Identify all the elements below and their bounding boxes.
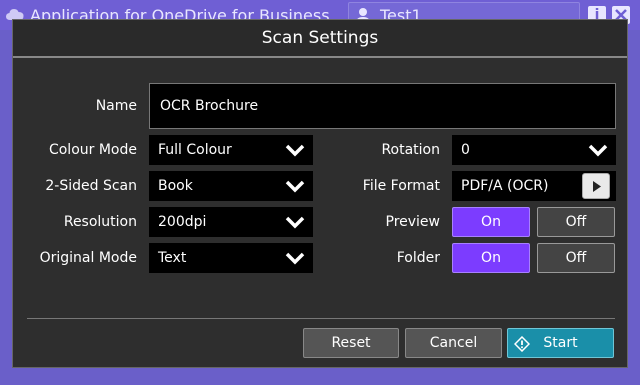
chevron-down-icon (285, 144, 305, 157)
folder-off-button[interactable]: Off (537, 243, 615, 273)
preview-off-button[interactable]: Off (537, 207, 615, 237)
resolution-label: Resolution (63, 214, 137, 230)
preview-on-button[interactable]: On (452, 207, 530, 237)
chevron-down-icon (285, 180, 305, 193)
start-label: Start (543, 335, 578, 351)
start-icon (514, 336, 530, 352)
chevron-down-icon (285, 252, 305, 265)
play-icon (593, 181, 601, 192)
colour-mode-select[interactable]: Full Colour (149, 135, 313, 165)
scan-settings-dialog: Scan Settings Name OCR Brochure Colour M… (12, 19, 628, 368)
preview-label: Preview (385, 214, 441, 230)
reset-button[interactable]: Reset (303, 328, 399, 358)
folder-label: Folder (396, 250, 440, 266)
original-mode-label: Original Mode (39, 250, 137, 266)
two-sided-scan-value: Book (158, 178, 193, 194)
file-format-label: File Format (362, 178, 440, 194)
file-format-value: PDF/A (OCR) (461, 178, 549, 194)
name-label: Name (95, 98, 137, 114)
chevron-down-icon (285, 216, 305, 229)
start-button[interactable]: Start (507, 328, 614, 358)
resolution-value: 200dpi (158, 214, 207, 230)
divider (27, 318, 615, 319)
resolution-select[interactable]: 200dpi (149, 207, 313, 237)
file-format-expand-button[interactable] (582, 173, 610, 199)
dialog-title: Scan Settings (261, 28, 379, 48)
colour-mode-value: Full Colour (158, 142, 232, 158)
two-sided-scan-label: 2-Sided Scan (45, 178, 137, 194)
original-mode-value: Text (158, 250, 187, 266)
two-sided-scan-select[interactable]: Book (149, 171, 313, 201)
rotation-label: Rotation (381, 142, 440, 158)
rotation-select[interactable]: 0 (452, 135, 616, 165)
colour-mode-label: Colour Mode (48, 142, 137, 158)
rotation-value: 0 (461, 142, 470, 158)
file-format-field[interactable]: PDF/A (OCR) (452, 171, 616, 201)
original-mode-select[interactable]: Text (149, 243, 313, 273)
dialog-header: Scan Settings (13, 20, 627, 58)
cancel-button[interactable]: Cancel (405, 328, 502, 358)
name-input[interactable]: OCR Brochure (149, 83, 616, 129)
folder-on-button[interactable]: On (452, 243, 530, 273)
chevron-down-icon (588, 144, 608, 157)
